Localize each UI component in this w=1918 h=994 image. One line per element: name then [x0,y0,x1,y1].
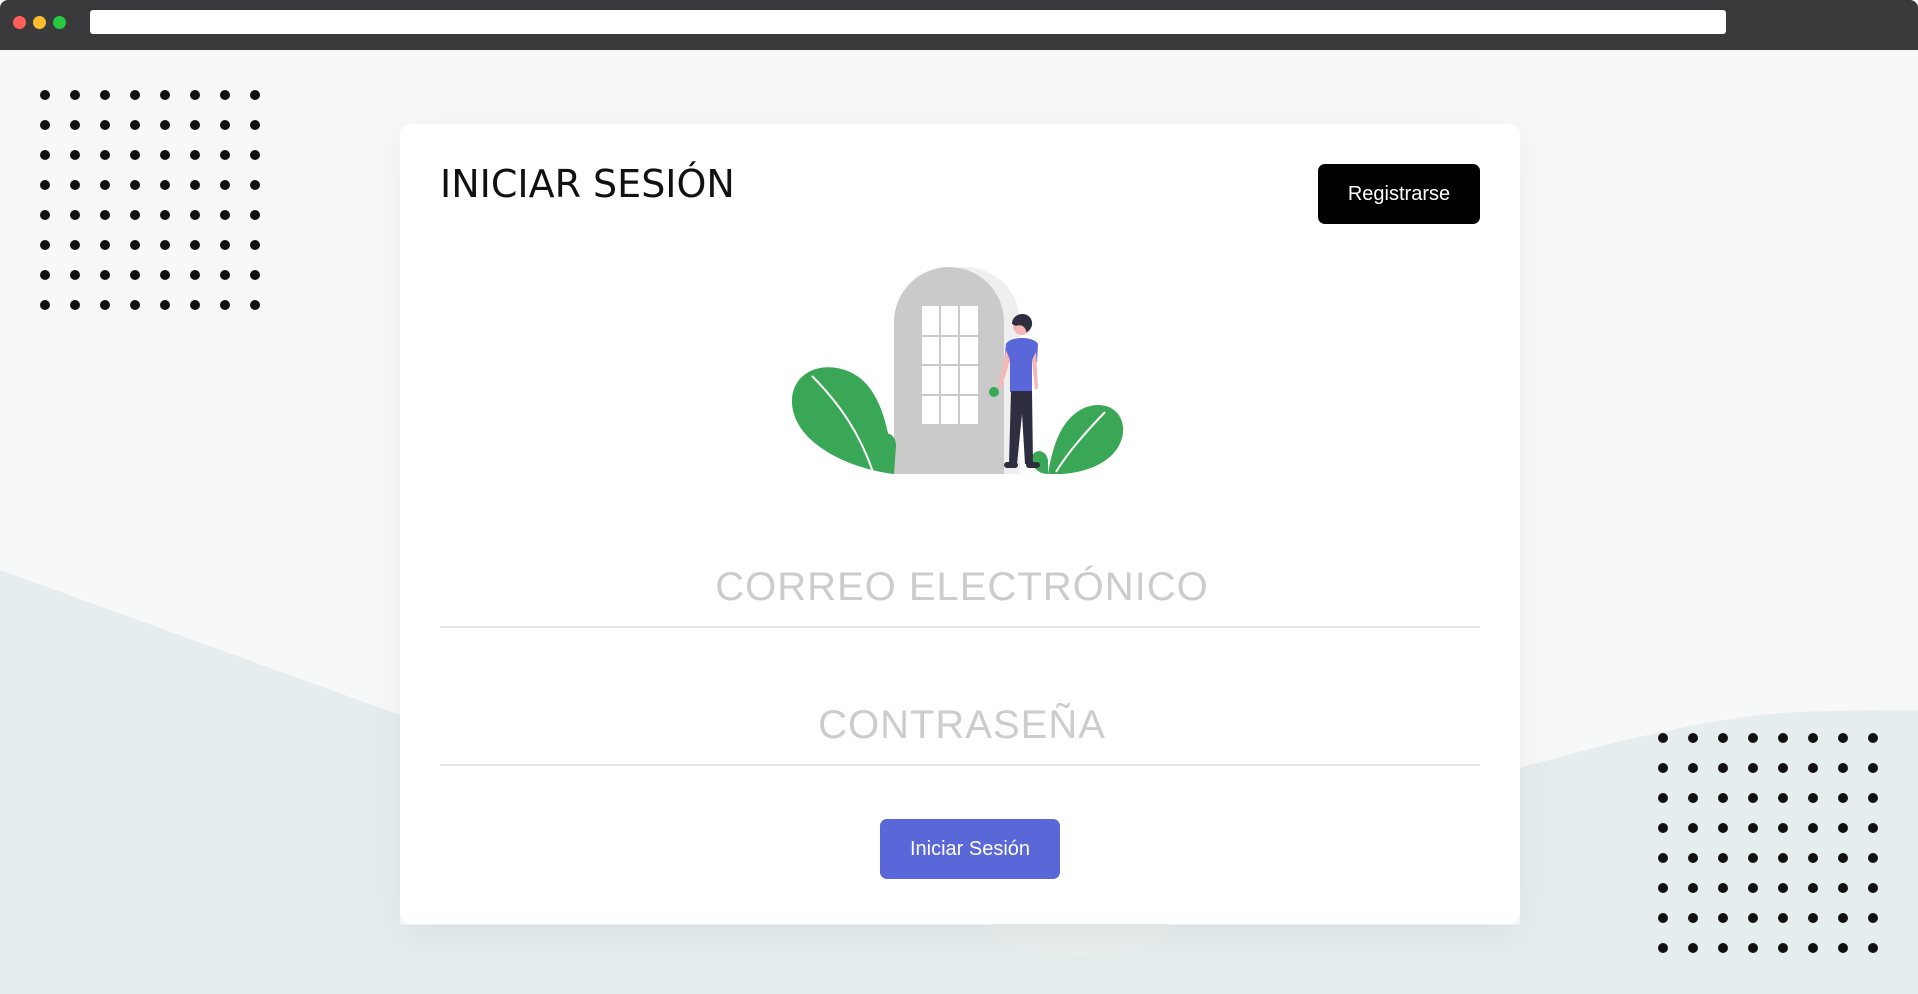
email-field [440,546,1484,628]
minimize-window-icon[interactable] [33,16,46,29]
login-submit-button[interactable]: Iniciar Sesión [880,819,1060,879]
password-input[interactable] [440,684,1484,766]
address-bar[interactable] [90,10,1726,34]
email-input[interactable] [440,546,1484,628]
person-at-door-illustration [791,267,1124,474]
decorative-dot-grid-bottom-right [1658,733,1878,953]
password-field [440,684,1484,766]
close-window-icon[interactable] [13,16,26,29]
maximize-window-icon[interactable] [53,16,66,29]
browser-title-bar [0,0,1918,50]
page-title: INICIAR SESIÓN [440,162,735,206]
login-card: INICIAR SESIÓN Registrarse CORREO ELECTR… [400,124,1520,924]
decorative-dot-grid-top-left [40,90,260,310]
register-button[interactable]: Registrarse [1318,164,1480,224]
